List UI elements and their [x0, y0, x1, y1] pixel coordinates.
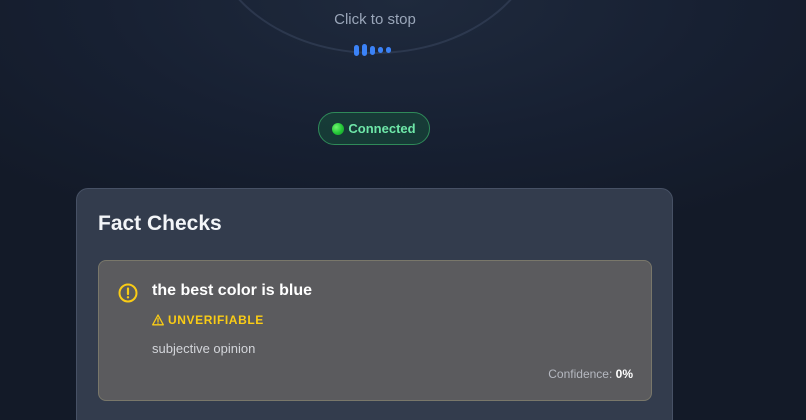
- verdict-label: UNVERIFIABLE: [168, 313, 264, 327]
- confidence-value: 0%: [615, 367, 633, 381]
- wave-bar: [354, 44, 359, 56]
- confidence-label: Confidence:: [548, 367, 613, 381]
- audio-wave-icon: [354, 43, 398, 57]
- connection-status-badge: Connected: [318, 112, 430, 145]
- fact-checks-panel: Fact Checks the best color is blue UNVER…: [76, 188, 673, 420]
- panel-title: Fact Checks: [98, 212, 222, 235]
- fact-check-reason: subjective opinion: [152, 341, 256, 356]
- connection-status-label: Connected: [348, 121, 416, 136]
- wave-bar: [378, 47, 383, 53]
- status-dot-icon: [332, 122, 345, 135]
- confidence-readout: Confidence: 0%: [548, 367, 633, 381]
- wave-bar: [370, 45, 375, 55]
- verdict-badge: UNVERIFIABLE: [152, 313, 264, 327]
- wave-bar: [362, 44, 367, 56]
- warning-triangle-icon: [152, 314, 164, 326]
- fact-check-claim: the best color is blue: [152, 282, 313, 299]
- fact-check-card: the best color is blue UNVERIFIABLE subj…: [98, 260, 652, 401]
- wave-bar: [386, 47, 391, 53]
- stop-recording-button[interactable]: Click to stop: [0, 11, 750, 28]
- alert-circle-icon: [118, 283, 138, 303]
